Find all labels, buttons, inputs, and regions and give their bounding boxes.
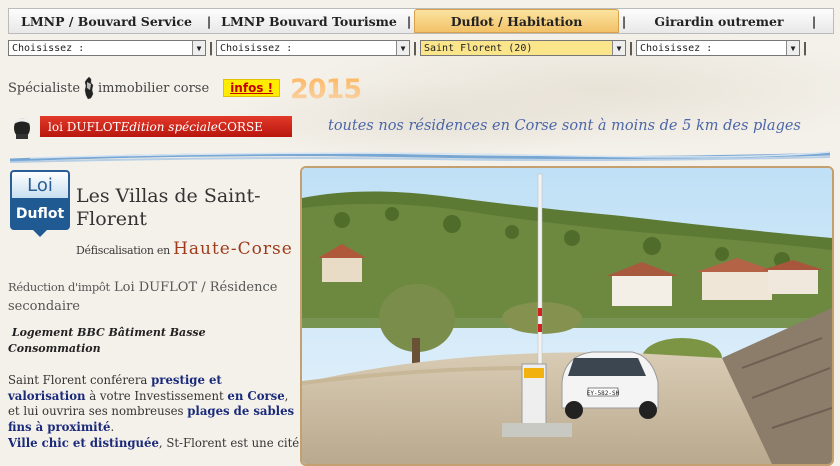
specialist-text: immobilier corse xyxy=(98,80,210,96)
select-separator: | xyxy=(208,40,214,56)
desc-bold: en Corse xyxy=(227,388,285,403)
badge-bottom: Duflot xyxy=(10,198,70,230)
banner-suffix: CORSE xyxy=(217,119,263,134)
dropdown-arrow-icon[interactable]: ▼ xyxy=(786,41,799,55)
select-lmnp-tourisme[interactable]: Choisissez : ▼ xyxy=(216,40,410,56)
nav-separator: | xyxy=(811,13,817,29)
residence-photo[interactable]: EY-582-SH xyxy=(300,166,834,466)
duflot-corse-banner[interactable]: loi DUFLOT Edition spéciale CORSE xyxy=(40,116,292,137)
description-paragraph: Saint Florent conférera prestige et valo… xyxy=(8,373,300,452)
select-value: Choisissez : xyxy=(640,42,713,54)
desc-bold: Ville chic et distinguée xyxy=(8,435,159,450)
infos-button[interactable]: infos ! xyxy=(223,79,281,97)
reduction-line: Réduction d'impôt Loi DUFLOT / Résidence… xyxy=(8,278,298,316)
select-girardin[interactable]: Choisissez : ▼ xyxy=(636,40,800,56)
dropdown-arrow-icon[interactable]: ▼ xyxy=(192,41,205,55)
loi-duflot-badge: Loi Duflot xyxy=(10,170,70,240)
moor-head-icon xyxy=(13,118,31,139)
tab-girardin-outremer[interactable]: Girardin outremer xyxy=(629,9,809,33)
nav-separator: | xyxy=(406,13,412,29)
select-separator: | xyxy=(628,40,634,56)
select-lmnp-service[interactable]: Choisissez : ▼ xyxy=(8,40,206,56)
desc-text: à votre Investissement xyxy=(85,388,228,403)
select-row: Choisissez : ▼ | Choisissez : ▼ | Saint … xyxy=(8,38,832,58)
reduction-label: Réduction d'impôt xyxy=(8,280,110,294)
top-navigation: LMNP / Bouvard Service | LMNP Bouvard To… xyxy=(8,8,834,34)
residence-title: Les Villas de Saint-Florent xyxy=(76,185,261,230)
nav-separator: | xyxy=(206,13,212,29)
desc-text: , St-Florent est une cité xyxy=(158,435,300,450)
tab-lmnp-bouvard-service[interactable]: LMNP / Bouvard Service xyxy=(9,9,204,33)
tab-duflot-habitation[interactable]: Duflot / Habitation xyxy=(414,9,619,33)
select-value: Choisissez : xyxy=(220,42,293,54)
tab-lmnp-bouvard-tourisme[interactable]: LMNP Bouvard Tourisme xyxy=(214,9,404,33)
decorative-swoosh xyxy=(10,151,830,163)
year-logo: 2015 xyxy=(290,74,362,105)
select-separator: | xyxy=(802,40,808,56)
desc-text: Saint Florent conférera xyxy=(8,373,152,387)
dropdown-arrow-icon[interactable]: ▼ xyxy=(612,41,625,55)
banner-edition: Edition spéciale xyxy=(120,119,218,134)
banner-prefix: loi DUFLOT xyxy=(48,119,121,134)
select-separator: | xyxy=(412,40,418,56)
photo-illustration: EY-582-SH xyxy=(302,168,832,464)
select-duflot-city[interactable]: Saint Florent (20) ▼ xyxy=(420,40,626,56)
select-value: Saint Florent (20) xyxy=(424,42,533,54)
defisc-label: Défiscalisation en xyxy=(76,244,174,257)
corsica-map-icon xyxy=(84,76,94,100)
dropdown-arrow-icon[interactable]: ▼ xyxy=(396,41,409,55)
badge-pointer xyxy=(33,230,47,237)
slogan: toutes nos résidences en Corse sont à mo… xyxy=(328,118,801,134)
bbc-label: Logement BBC Bâtiment Basse Consommation xyxy=(8,325,298,357)
bbc-text: Logement BBC Bâtiment Basse Consommation xyxy=(8,326,206,355)
select-value: Choisissez : xyxy=(12,42,85,54)
defiscalisation-line: Défiscalisation en Haute-Corse xyxy=(76,239,293,259)
specialist-text: Spécialiste xyxy=(8,80,81,96)
badge-top: Loi xyxy=(10,170,70,198)
desc-text: . xyxy=(110,420,115,435)
license-plate: EY-582-SH xyxy=(587,390,620,397)
region-name: Haute-Corse xyxy=(173,239,293,259)
nav-separator: | xyxy=(621,13,627,29)
specialist-line: Spécialiste immobilier corse infos ! xyxy=(8,74,281,102)
